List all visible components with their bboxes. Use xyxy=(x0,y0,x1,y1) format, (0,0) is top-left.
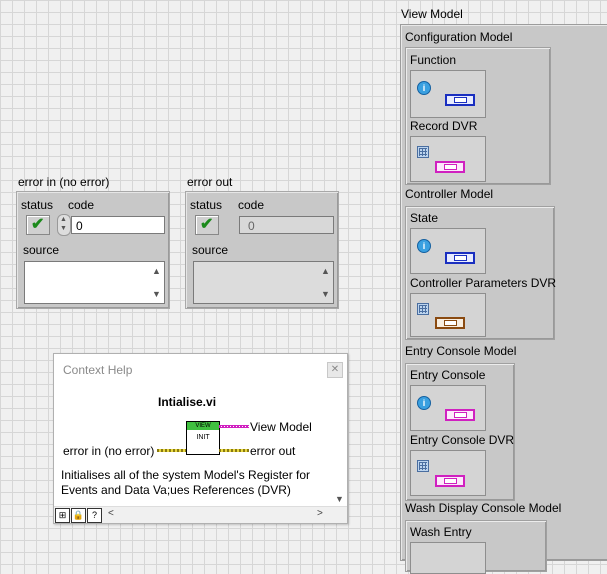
cluster-icon xyxy=(417,303,429,315)
refnum-terminal-icon xyxy=(435,317,465,329)
vertical-scrollbar[interactable]: ▲ ▼ xyxy=(149,263,163,302)
error-out-wire xyxy=(219,449,249,452)
error-in-code-field[interactable]: 0 xyxy=(71,216,165,234)
record-dvr-control[interactable] xyxy=(410,136,486,182)
context-help-window: Context Help ✕ Intialise.vi VIEW INIT Vi… xyxy=(53,353,348,524)
detailed-help-icon[interactable]: ? xyxy=(87,508,102,523)
error-out-terminal-label: error out xyxy=(250,444,296,458)
refnum-terminal-icon xyxy=(435,475,465,487)
section-title-wash-display-console-model: Wash Display Console Model xyxy=(405,501,562,515)
error-out-status-indicator: ✔ xyxy=(195,215,219,235)
scroll-up-icon[interactable]: ▲ xyxy=(152,266,161,276)
error-in-code-label: code xyxy=(68,198,95,212)
refnum-terminal-icon xyxy=(435,161,465,173)
function-label: Function xyxy=(410,53,457,67)
scroll-down-icon[interactable]: ▼ xyxy=(335,494,344,504)
error-out-source-label: source xyxy=(192,243,229,257)
controller-parameters-dvr-control[interactable] xyxy=(410,293,486,337)
entry-console-control[interactable]: i xyxy=(410,385,486,431)
entry-console-dvr-control[interactable] xyxy=(410,450,486,496)
error-in-status-indicator[interactable]: ✔ xyxy=(26,215,50,235)
view-model-wire xyxy=(219,425,249,428)
info-icon: i xyxy=(417,239,431,253)
error-in-status-label: status xyxy=(21,198,54,212)
error-out-status-label: status xyxy=(190,198,223,212)
scroll-left-icon[interactable]: < xyxy=(108,508,114,519)
lock-icon[interactable]: 🔒 xyxy=(71,508,86,523)
entry-console-dvr-label: Entry Console DVR xyxy=(410,433,515,447)
error-in-cluster: status code ✔ ▲ ▼ 0 source ▲ ▼ xyxy=(16,191,170,309)
entry-console-label: Entry Console xyxy=(410,368,486,382)
state-control[interactable]: i xyxy=(410,228,486,274)
error-out-label: error out xyxy=(187,175,233,189)
error-out-code-field: 0 xyxy=(239,216,334,234)
record-dvr-label: Record DVR xyxy=(410,119,478,133)
vi-name: Intialise.vi xyxy=(158,395,217,409)
section-title-entry-console-model: Entry Console Model xyxy=(405,344,517,358)
show-hierarchy-icon[interactable]: ⊞ xyxy=(55,508,70,523)
input-terminal-label: error in (no error) xyxy=(63,444,155,458)
vertical-scrollbar[interactable]: ▼ xyxy=(332,378,346,506)
enum-terminal-icon xyxy=(445,94,475,106)
vi-icon-banner: VIEW xyxy=(187,422,219,430)
cluster-icon xyxy=(417,146,429,158)
wash-entry-control[interactable] xyxy=(410,542,486,574)
error-in-label: error in (no error) xyxy=(18,175,110,189)
vi-icon: VIEW INIT xyxy=(186,421,220,455)
error-out-cluster: status code ✔ 0 source ▲ ▼ xyxy=(185,191,339,309)
vi-description: Initialises all of the system Model's Re… xyxy=(61,468,311,497)
wash-entry-label: Wash Entry xyxy=(410,525,472,539)
section-title-controller-model: Controller Model xyxy=(405,187,494,201)
context-help-title: Context Help xyxy=(63,363,133,377)
controller-parameters-dvr-label: Controller Parameters DVR xyxy=(410,276,557,290)
info-icon: i xyxy=(417,396,431,410)
scroll-right-icon[interactable]: > xyxy=(317,508,323,519)
error-out-source-field: ▲ ▼ xyxy=(193,261,334,304)
controller-model-cluster: State i Controller Parameters DVR xyxy=(405,206,557,340)
enum-terminal-icon xyxy=(445,252,475,264)
scroll-down-icon[interactable]: ▼ xyxy=(152,289,161,299)
checkmark-icon: ✔ xyxy=(31,216,45,233)
error-in-wire xyxy=(157,449,186,452)
state-label: State xyxy=(410,211,439,225)
wash-display-console-model-cluster: Wash Entry xyxy=(405,520,547,574)
info-icon: i xyxy=(417,81,431,95)
function-control[interactable]: i xyxy=(410,70,486,118)
checkmark-icon: ✔ xyxy=(200,216,214,233)
view-model-cluster: Configuration Model Function i Record DV… xyxy=(400,24,607,574)
view-model-label: View Model xyxy=(401,7,463,21)
output-terminal-label: View Model xyxy=(250,420,312,434)
error-out-code-label: code xyxy=(238,198,265,212)
section-title-configuration-model: Configuration Model xyxy=(405,30,513,44)
entry-console-model-cluster: Entry Console i Entry Console DVR xyxy=(405,363,515,501)
error-in-source-field[interactable]: ▲ ▼ xyxy=(24,261,165,304)
scroll-up-icon[interactable]: ▲ xyxy=(321,266,330,276)
refnum-terminal-icon xyxy=(445,409,475,421)
help-toolbar: ⊞ 🔒 ? < > xyxy=(54,506,347,523)
error-in-source-label: source xyxy=(23,243,60,257)
scroll-down-icon[interactable]: ▼ xyxy=(321,289,330,299)
cluster-icon xyxy=(417,460,429,472)
close-icon[interactable]: ✕ xyxy=(327,362,343,378)
configuration-model-cluster: Function i Record DVR xyxy=(405,47,551,185)
vi-icon-text: INIT xyxy=(196,434,210,441)
vertical-scrollbar[interactable]: ▲ ▼ xyxy=(318,263,332,302)
increment-decrement-icon[interactable]: ▲ ▼ xyxy=(57,214,71,236)
